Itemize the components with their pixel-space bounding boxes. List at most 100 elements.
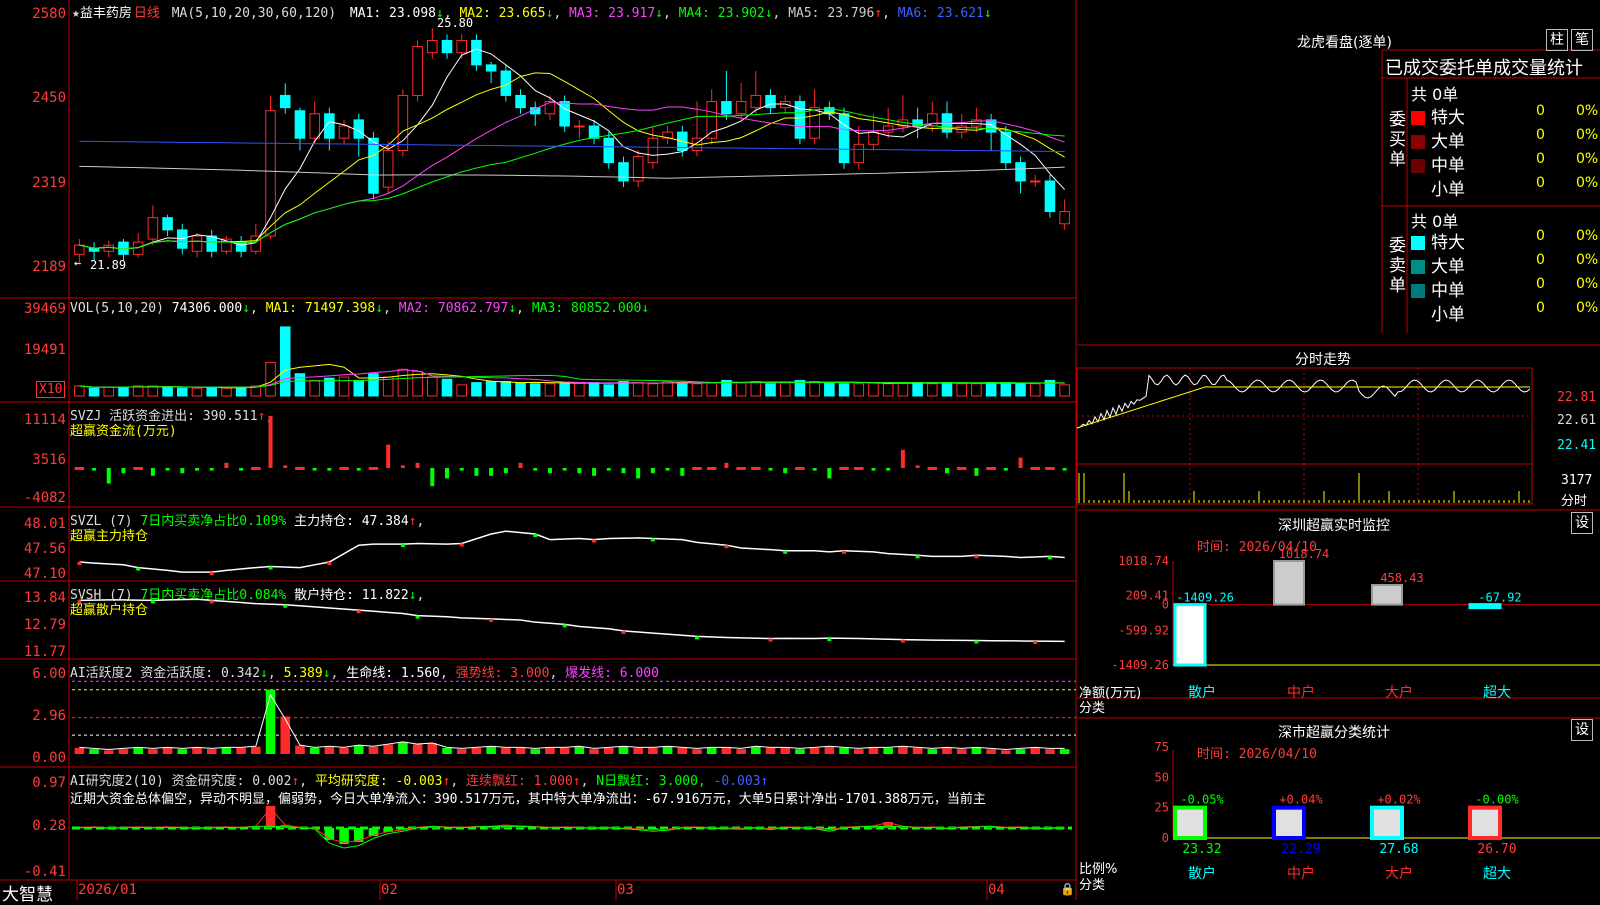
volume-bar <box>662 381 673 397</box>
candle-body <box>279 94 291 109</box>
fund-flow-bar <box>150 468 155 476</box>
volume-bar <box>824 382 835 397</box>
sz-class-xlabel: 分类 <box>1079 878 1106 893</box>
candle-body <box>441 39 453 54</box>
volume-bar <box>897 382 909 397</box>
fund-flow-bar <box>533 468 538 471</box>
ai1-bar <box>868 747 879 754</box>
ai1-bar <box>1015 749 1026 754</box>
ai1-bar <box>442 747 452 754</box>
vol-value: 74306.000 <box>171 301 243 316</box>
sz-class-settings-button[interactable]: 设 <box>1571 719 1593 741</box>
fund-flow-bar <box>621 468 626 474</box>
fund-flow-bar <box>986 467 996 470</box>
szc-bar <box>1173 805 1207 841</box>
volume-bar <box>353 379 365 397</box>
sz-class-chart[interactable]: 75 50 25 0 -0.05% 23.32 散户 +0.04% 22.29 中户 +0.02% 2… <box>1077 740 1600 900</box>
sz-monitor-chart[interactable]: 1018.74209.410-599.92-1409.26-1409.26散户1… <box>1077 525 1600 715</box>
ai2-header: AI研究度2(10) 资金研究度: 0.002↑, 平均研究度: -0.003↑… <box>70 774 769 789</box>
ai1-chart[interactable] <box>72 672 1076 764</box>
svsh-line <box>79 598 1065 643</box>
fund-flow-bar <box>386 444 391 468</box>
svsh-line-tick <box>974 640 979 644</box>
volume-bar <box>1029 383 1041 397</box>
sell-row: 中单 0 0% <box>1411 276 1600 301</box>
svzl-chart[interactable] <box>72 520 1072 580</box>
ai2-chart[interactable] <box>72 806 1072 876</box>
volume-bar <box>927 383 938 397</box>
szm-axis-label: 1018.74 <box>1118 554 1169 568</box>
svsh-line-tick <box>150 600 155 604</box>
szm-category-label: 大户 <box>1385 684 1413 701</box>
volume-bar <box>618 381 629 397</box>
volume-chart[interactable] <box>72 318 1072 398</box>
row-count: 0 <box>1536 300 1545 316</box>
svzj-chart[interactable] <box>72 412 1072 502</box>
volume-bar <box>456 384 467 397</box>
candlestick-chart[interactable] <box>72 16 1072 291</box>
szc-axis-label: 50 <box>1155 770 1169 784</box>
ai1-bar <box>706 747 717 754</box>
tick-mode-button[interactable]: 笔 <box>1571 29 1593 51</box>
lock-icon[interactable]: 🔒 <box>1060 882 1075 896</box>
fund-flow-bar <box>339 467 349 470</box>
ai1-bar <box>368 746 379 754</box>
ai1-axis-3: 0.00 <box>32 750 66 766</box>
svsh-axis-2: 12.79 <box>23 617 66 633</box>
volume-bar <box>574 382 585 397</box>
ai1-bar <box>486 746 496 754</box>
ai1-bar <box>265 689 276 754</box>
ai2-nday: N日飘红: 3.000, <box>596 774 706 789</box>
bar-mode-button[interactable]: 柱 <box>1546 29 1568 51</box>
szc-pct-label: -0.00% <box>1475 793 1519 807</box>
fund-flow-bar <box>474 468 479 476</box>
ai1-bar <box>692 749 702 754</box>
fund-flow-bar <box>1030 467 1041 470</box>
ai1-bar <box>1045 749 1055 754</box>
price-axis-3: 2319 <box>32 175 66 191</box>
ai1-bar <box>971 747 982 754</box>
volume-bar <box>853 383 865 397</box>
szc-pct-label: +0.02% <box>1377 793 1421 807</box>
svsh-line-tick <box>356 610 361 614</box>
volume-bar <box>441 378 453 397</box>
ai2-avg: 平均研究度: -0.003 <box>314 774 443 789</box>
ai2-line-red <box>79 807 1065 843</box>
szc-category-label: 大户 <box>1385 865 1413 882</box>
ai1-bar <box>853 749 864 754</box>
chart-area[interactable]: ★益丰药房 日线 MA(5,10,20,30,60,120) MA1: 23.09… <box>0 0 1077 905</box>
fund-flow-bar <box>121 468 126 474</box>
fund-flow-bar <box>106 468 111 484</box>
ai1-bar <box>177 749 188 754</box>
szc-pct-label: -0.05% <box>1180 793 1224 807</box>
szm-bar-label: -1409.26 <box>1176 591 1234 605</box>
ai1-bar <box>162 747 173 754</box>
szm-category-label: 超大 <box>1483 685 1511 701</box>
row-name: 小单 <box>1431 305 1465 325</box>
intraday-chart[interactable] <box>1076 367 1600 508</box>
svsh-chart[interactable] <box>72 596 1072 656</box>
volume-bar <box>221 387 232 397</box>
fund-flow-bar <box>692 467 702 470</box>
svsh-line-tick <box>209 600 214 604</box>
volume-bar <box>882 383 894 397</box>
svsh-axis-3: 11.77 <box>23 644 66 660</box>
ai2-bar <box>265 806 276 828</box>
candle-body <box>74 244 85 255</box>
volume-bar <box>559 382 570 397</box>
ai1-bar <box>912 747 923 754</box>
szc-category-label: 中户 <box>1287 865 1315 882</box>
candle-body <box>853 143 865 164</box>
buy-side-label: 委买单 <box>1389 110 1406 170</box>
ai1-bar <box>251 746 261 754</box>
fund-flow-bar <box>312 468 317 471</box>
szm-bar-label: 1018.74 <box>1279 547 1330 561</box>
row-pct: 0% <box>1576 127 1599 143</box>
fund-flow-bar <box>283 465 288 468</box>
ma6-line <box>79 140 1065 153</box>
fund-flow-bar <box>180 468 185 474</box>
ai1-bar <box>662 746 673 754</box>
sell-row: 大单 0 0% <box>1411 252 1600 277</box>
ai2-axis-3: -0.41 <box>23 864 66 880</box>
fund-flow-bar <box>1003 468 1008 471</box>
